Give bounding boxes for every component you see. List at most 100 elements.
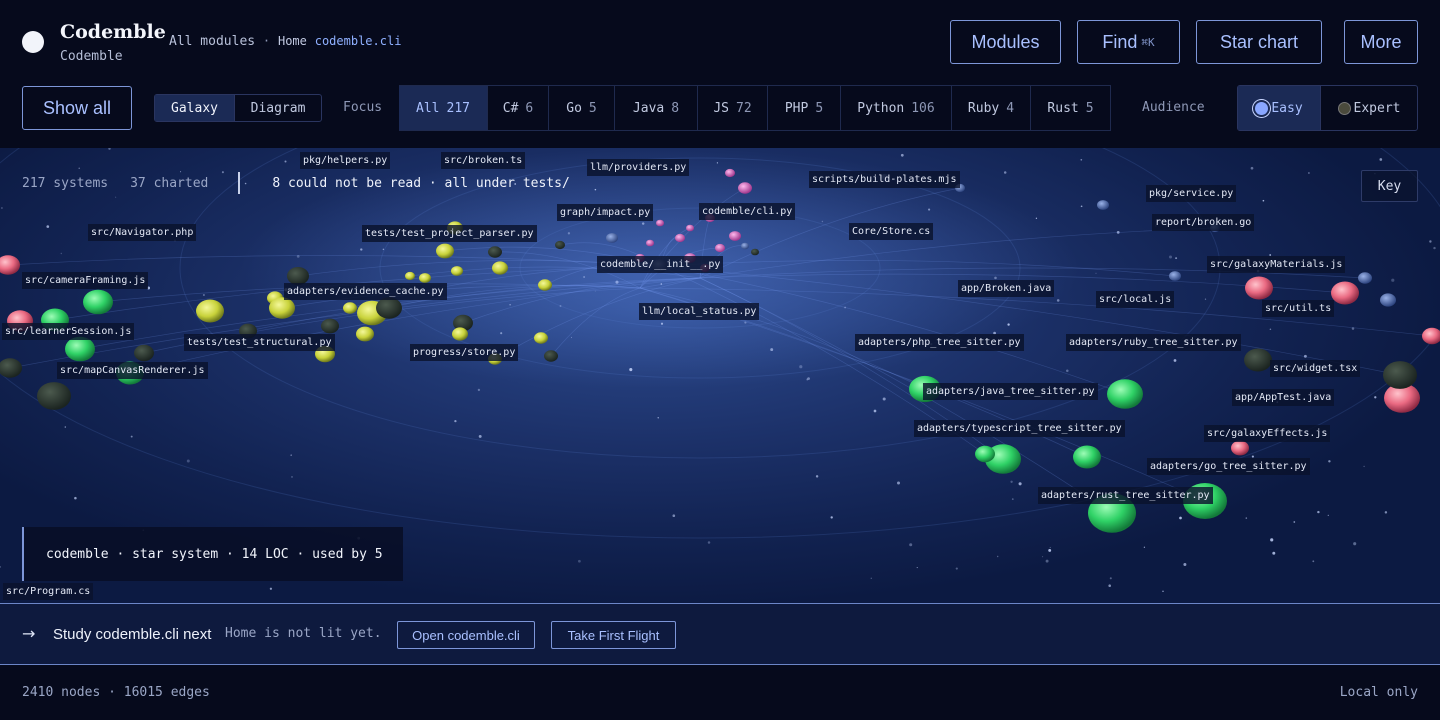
- planet[interactable]: [321, 318, 339, 334]
- planet-label[interactable]: pkg/service.py: [1146, 185, 1237, 202]
- planet-label[interactable]: tests/test_project_parser.py: [362, 225, 537, 242]
- focus-tab-js[interactable]: JS 72: [698, 86, 768, 130]
- planet[interactable]: [452, 327, 468, 341]
- planet[interactable]: [725, 168, 735, 178]
- planet-label[interactable]: src/util.ts: [1262, 300, 1335, 317]
- planet-label[interactable]: src/learnerSession.js: [2, 323, 135, 340]
- planet-label[interactable]: pkg/helpers.py: [300, 152, 391, 169]
- planet-label[interactable]: adapters/java_tree_sitter.py: [923, 383, 1098, 400]
- first-flight-button[interactable]: Take First Flight: [551, 621, 676, 649]
- planet[interactable]: [419, 273, 431, 283]
- planet[interactable]: [1383, 361, 1417, 389]
- focus-tab-go[interactable]: Go 5: [549, 86, 615, 130]
- planet[interactable]: [646, 239, 654, 247]
- planet[interactable]: [0, 255, 20, 275]
- planet[interactable]: [488, 246, 502, 258]
- focus-tab-rust[interactable]: Rust 5: [1031, 86, 1111, 130]
- breadcrumb-home[interactable]: Home: [278, 34, 307, 48]
- planet[interactable]: [37, 382, 71, 410]
- planet[interactable]: [269, 297, 295, 319]
- planet-label[interactable]: adapters/rust_tree_sitter.py: [1038, 487, 1213, 504]
- focus-tab-java[interactable]: Java 8: [615, 86, 698, 130]
- focus-tab-csharp[interactable]: C# 6: [488, 86, 549, 130]
- planet[interactable]: [555, 240, 565, 250]
- planet[interactable]: [738, 182, 752, 194]
- planet[interactable]: [1107, 379, 1143, 409]
- planet-label[interactable]: Core/Store.cs: [849, 223, 934, 240]
- focus-tab-ruby[interactable]: Ruby 4: [952, 86, 1031, 130]
- planet[interactable]: [1244, 348, 1272, 372]
- planet[interactable]: [544, 350, 558, 362]
- planet-label[interactable]: adapters/go_tree_sitter.py: [1147, 458, 1310, 475]
- planet-label[interactable]: app/Broken.java: [958, 280, 1055, 297]
- planet-label[interactable]: progress/store.py: [410, 344, 519, 361]
- audience-expert-option[interactable]: Expert: [1320, 86, 1417, 130]
- planet-label[interactable]: codemble/cli.py: [699, 203, 796, 220]
- show-all-button[interactable]: Show all: [22, 86, 132, 130]
- planet[interactable]: [1358, 272, 1372, 284]
- planet[interactable]: [134, 344, 154, 362]
- planet-label[interactable]: report/broken.go: [1152, 214, 1255, 231]
- open-module-button[interactable]: Open codemble.cli: [397, 621, 535, 649]
- planet[interactable]: [729, 231, 741, 241]
- modules-button[interactable]: Modules: [950, 20, 1061, 64]
- planet[interactable]: [1331, 281, 1359, 305]
- planet[interactable]: [451, 266, 463, 276]
- planet-label[interactable]: src/cameraFraming.js: [22, 272, 149, 289]
- find-button[interactable]: Find ⌘K: [1077, 20, 1180, 64]
- planet[interactable]: [376, 297, 402, 319]
- planet[interactable]: [1245, 276, 1273, 300]
- planet-label[interactable]: adapters/typescript_tree_sitter.py: [914, 420, 1125, 437]
- planet[interactable]: [751, 248, 759, 256]
- planet[interactable]: [534, 332, 548, 344]
- key-button[interactable]: Key: [1361, 170, 1418, 202]
- focus-tab-python[interactable]: Python 106: [841, 86, 952, 130]
- breadcrumb-root[interactable]: All modules: [169, 34, 255, 49]
- planet-label[interactable]: adapters/php_tree_sitter.py: [855, 334, 1024, 351]
- planet-label[interactable]: app/AppTest.java: [1232, 389, 1335, 406]
- planet[interactable]: [741, 242, 749, 250]
- planet-label[interactable]: src/mapCanvasRenderer.js: [57, 362, 208, 379]
- planet[interactable]: [975, 445, 995, 463]
- planet[interactable]: [1422, 327, 1440, 345]
- planet-label[interactable]: src/galaxyEffects.js: [1204, 425, 1331, 442]
- planet[interactable]: [196, 299, 224, 323]
- planet[interactable]: [83, 289, 113, 315]
- planet[interactable]: [686, 224, 694, 232]
- planet[interactable]: [1169, 271, 1181, 281]
- planet-label[interactable]: src/local.js: [1096, 291, 1175, 308]
- focus-tab-php[interactable]: PHP 5: [768, 86, 841, 130]
- view-galaxy-tab[interactable]: Galaxy: [155, 95, 235, 121]
- planet[interactable]: [0, 358, 22, 378]
- planet[interactable]: [538, 279, 552, 291]
- view-diagram-tab[interactable]: Diagram: [234, 95, 321, 121]
- planet[interactable]: [356, 326, 374, 342]
- planet-label[interactable]: llm/providers.py: [587, 159, 690, 176]
- planet[interactable]: [492, 261, 508, 275]
- planet-label[interactable]: src/Navigator.php: [88, 224, 197, 241]
- planet[interactable]: [65, 336, 95, 362]
- planet-label[interactable]: src/broken.ts: [441, 152, 526, 169]
- focus-tab-all[interactable]: All 217: [399, 86, 488, 130]
- planet[interactable]: [656, 219, 664, 227]
- planet-label[interactable]: scripts/build-plates.mjs: [809, 171, 960, 188]
- planet-label[interactable]: adapters/ruby_tree_sitter.py: [1066, 334, 1241, 351]
- planet-label[interactable]: codemble/__init__.py: [597, 256, 724, 273]
- audience-easy-option[interactable]: Easy: [1238, 86, 1320, 130]
- galaxy-canvas[interactable]: pkg/helpers.py src/broken.ts llm/provide…: [0, 148, 1440, 603]
- planet[interactable]: [1231, 440, 1249, 456]
- planet-label[interactable]: tests/test_structural.py: [184, 334, 335, 351]
- planet-label[interactable]: src/galaxyMaterials.js: [1207, 256, 1346, 273]
- planet[interactable]: [343, 302, 357, 314]
- star-chart-button[interactable]: Star chart: [1196, 20, 1322, 64]
- planet-label[interactable]: src/widget.tsx: [1270, 360, 1361, 377]
- planet[interactable]: [675, 233, 685, 243]
- planet[interactable]: [436, 243, 454, 259]
- planet-label[interactable]: adapters/evidence_cache.py: [284, 283, 447, 300]
- planet-label[interactable]: src/Program.cs: [3, 583, 94, 600]
- planet[interactable]: [1073, 445, 1101, 469]
- planet[interactable]: [405, 271, 415, 281]
- more-button[interactable]: More: [1344, 20, 1418, 64]
- planet-label[interactable]: graph/impact.py: [557, 204, 654, 221]
- planet-label[interactable]: llm/local_status.py: [639, 303, 760, 320]
